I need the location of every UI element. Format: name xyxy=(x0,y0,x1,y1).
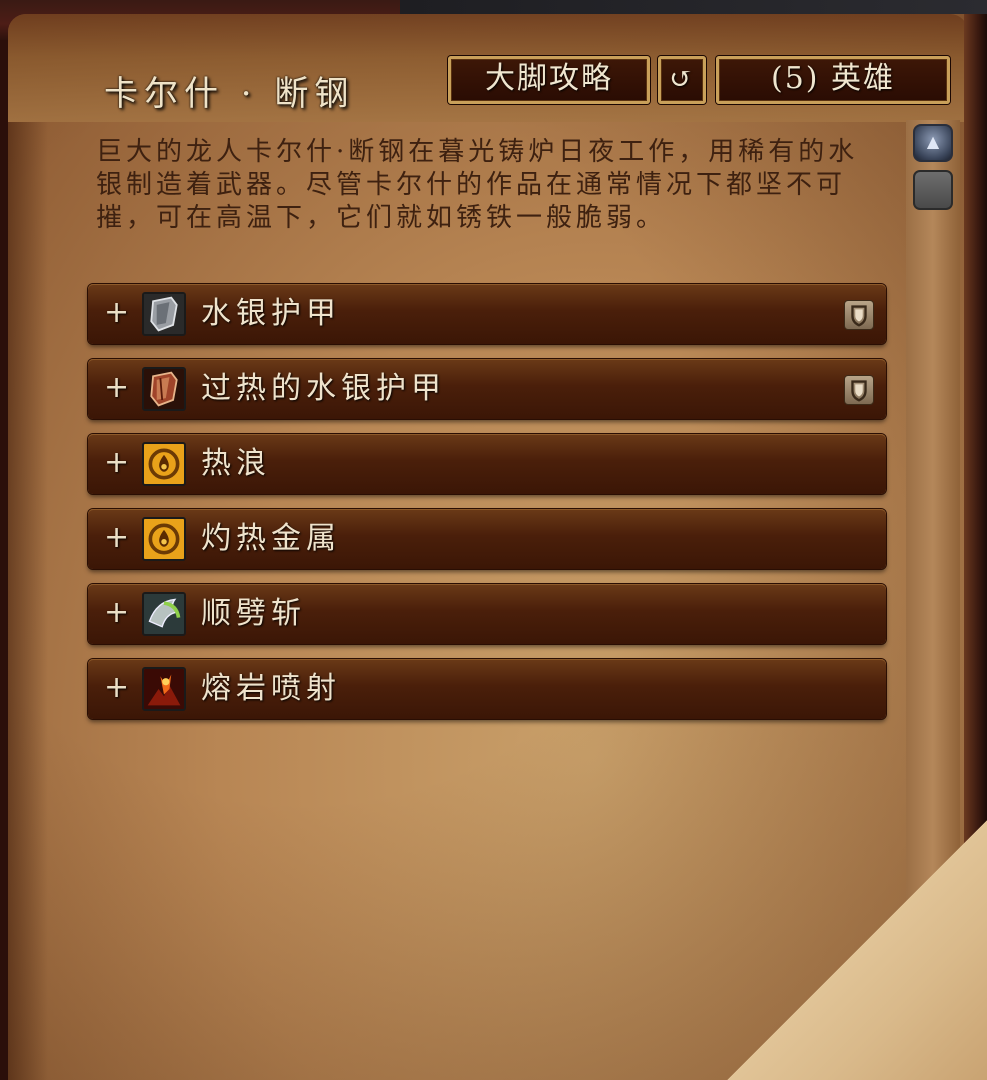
ability-row[interactable]: + 顺劈斩 xyxy=(88,584,886,644)
boss-description: 巨大的龙人卡尔什·断钢在暮光铸炉日夜工作，用稀有的水银制造着武器。尽管卡尔什的作… xyxy=(96,137,859,233)
difficulty-button[interactable]: (5) 英雄 xyxy=(716,56,950,104)
expand-icon[interactable]: + xyxy=(104,671,129,705)
ability-label: 过热的水银护甲 xyxy=(201,371,446,406)
red-shield-icon xyxy=(142,367,186,411)
ability-label: 熔岩喷射 xyxy=(201,671,341,706)
grey-shield-icon xyxy=(142,292,186,336)
expand-icon[interactable]: + xyxy=(104,446,129,480)
cleave-icon xyxy=(142,592,186,636)
page-corner-fold xyxy=(727,820,987,1080)
expand-icon[interactable]: + xyxy=(104,296,129,330)
reset-button[interactable]: ↺ xyxy=(658,56,706,104)
guide-button[interactable]: 大脚攻略 xyxy=(448,56,650,104)
fire-drop-icon xyxy=(142,517,186,561)
ability-row[interactable]: + 熔岩喷射 xyxy=(88,659,886,719)
tank-role-icon xyxy=(844,300,874,330)
page-shadow xyxy=(8,122,48,1080)
ability-row[interactable]: + 过热的水银护甲 xyxy=(88,359,886,419)
scroll-up-button[interactable]: ▲ xyxy=(913,124,953,162)
scroll-up-icon: ▲ xyxy=(926,132,940,151)
ability-label: 顺劈斩 xyxy=(201,596,306,631)
ability-row[interactable]: + 灼热金属 xyxy=(88,509,886,569)
ability-row[interactable]: + 热浪 xyxy=(88,434,886,494)
reset-icon: ↺ xyxy=(669,62,695,95)
tank-role-icon xyxy=(844,375,874,405)
scrollbar-thumb[interactable] xyxy=(913,170,953,210)
expand-icon[interactable]: + xyxy=(104,521,129,555)
ability-label: 水银护甲 xyxy=(201,296,341,331)
ability-list: + 水银护甲 + 过热的水银护甲 + 热浪 + 灼热金属 + 顺劈斩 + 熔岩喷… xyxy=(88,284,886,734)
expand-icon[interactable]: + xyxy=(104,371,129,405)
fire-drop-icon xyxy=(142,442,186,486)
ability-label: 灼热金属 xyxy=(201,521,341,556)
ability-label: 热浪 xyxy=(201,446,271,481)
lava-burst-icon xyxy=(142,667,186,711)
ability-row[interactable]: + 水银护甲 xyxy=(88,284,886,344)
expand-icon[interactable]: + xyxy=(104,596,129,630)
boss-title: 卡尔什 · 断钢 xyxy=(104,74,355,114)
